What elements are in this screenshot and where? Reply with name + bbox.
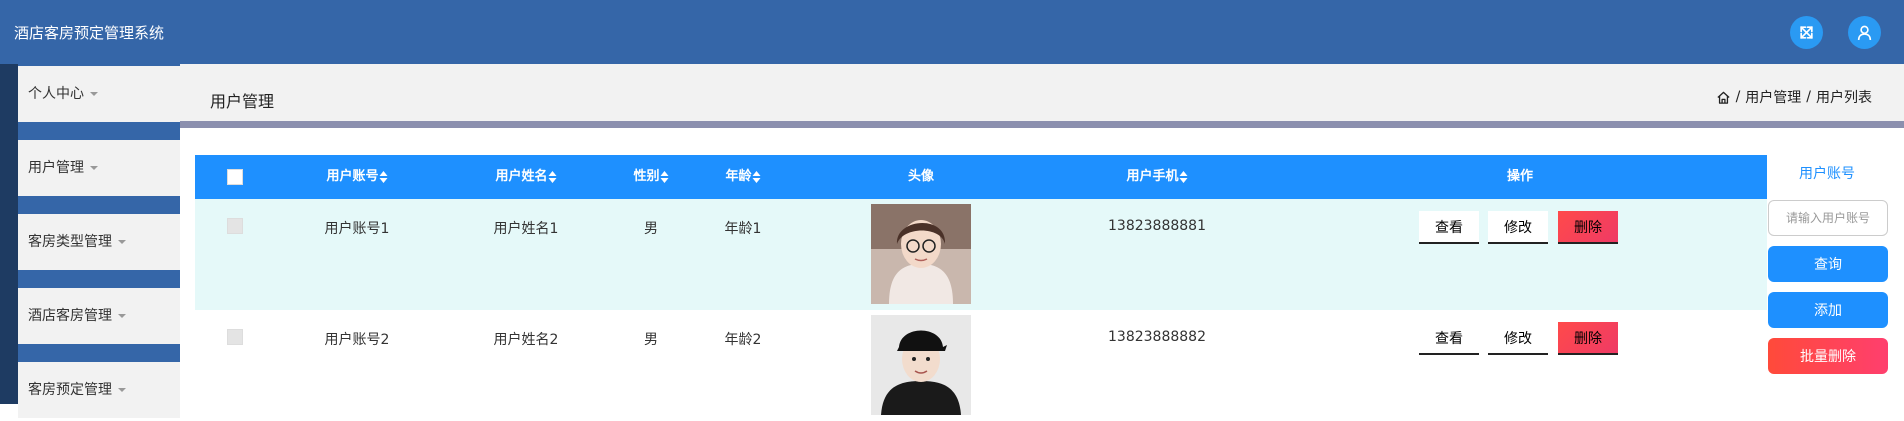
user-profile-button[interactable]	[1848, 16, 1881, 49]
breadcrumb: / 用户管理 / 用户列表	[1716, 87, 1872, 107]
breadcrumb-item-users[interactable]: 用户管理	[1745, 87, 1801, 107]
cell-account: 用户账号1	[324, 221, 390, 237]
breadcrumb-separator: /	[1806, 89, 1811, 105]
table-header: 用户账号 用户姓名 性别 年龄 头像 用户手机 操作	[195, 155, 1767, 199]
sort-icon	[548, 170, 557, 183]
fullscreen-icon	[1800, 26, 1813, 39]
column-header-account[interactable]: 用户账号	[326, 155, 388, 199]
cell-name: 用户姓名2	[493, 332, 559, 348]
view-button[interactable]: 查看	[1419, 211, 1479, 244]
sidebar-item-reservations[interactable]: 客房预定管理	[18, 362, 180, 418]
user-icon	[1857, 25, 1872, 40]
breadcrumb-separator: /	[1735, 89, 1741, 105]
column-header-avatar: 头像	[907, 169, 935, 184]
caret-down-icon	[118, 388, 126, 392]
query-button[interactable]: 查询	[1768, 246, 1888, 282]
content-header: 用户管理 / 用户管理 / 用户列表	[180, 64, 1904, 121]
cell-account: 用户账号2	[324, 332, 390, 348]
app-title: 酒店客房预定管理系统	[14, 24, 165, 42]
row-checkbox[interactable]	[227, 329, 243, 345]
cell-phone: 13823888881	[1108, 218, 1206, 234]
delete-button[interactable]: 删除	[1558, 322, 1618, 355]
caret-down-icon	[118, 314, 126, 318]
row-checkbox[interactable]	[227, 218, 243, 234]
column-header-label: 用户姓名	[495, 169, 548, 184]
cell-gender: 男	[644, 221, 658, 237]
user-avatar-photo[interactable]	[871, 204, 971, 304]
sidebar-edge	[0, 64, 18, 404]
sort-icon	[379, 170, 388, 183]
select-all-checkbox[interactable]	[227, 169, 243, 185]
cell-gender: 男	[644, 332, 658, 348]
sidebar-item-label: 酒店客房管理	[28, 308, 112, 324]
column-header-label: 年龄	[725, 169, 752, 184]
cell-age: 年龄1	[724, 221, 762, 237]
sidebar-item-label: 个人中心	[28, 86, 84, 102]
sidebar-item-room-types[interactable]: 客房类型管理	[18, 214, 180, 270]
view-button[interactable]: 查看	[1419, 322, 1479, 355]
table-row: 用户账号1 用户姓名1 男 年龄1 13823888881 查看 修改 删除	[195, 199, 1767, 310]
caret-down-icon	[90, 166, 98, 170]
sidebar-item-label: 用户管理	[28, 160, 84, 176]
sidebar-item-label: 客房类型管理	[28, 234, 112, 250]
cell-age: 年龄2	[724, 332, 762, 348]
home-icon[interactable]	[1716, 90, 1731, 105]
caret-down-icon	[90, 92, 98, 96]
cell-phone: 13823888882	[1108, 329, 1206, 345]
fullscreen-button[interactable]	[1790, 16, 1823, 49]
sort-icon	[660, 170, 669, 183]
sidebar-item-profile[interactable]: 个人中心	[18, 66, 180, 122]
column-header-label: 用户账号	[326, 169, 379, 184]
column-header-actions: 操作	[1506, 169, 1534, 184]
table-row: 用户账号2 用户姓名2 男 年龄2 13823888882 查看 修改 删除	[195, 310, 1767, 421]
account-search-input[interactable]	[1768, 200, 1888, 236]
column-header-phone[interactable]: 用户手机	[1126, 155, 1188, 199]
column-header-label: 用户手机	[1126, 169, 1179, 184]
cell-name: 用户姓名1	[493, 221, 559, 237]
header-divider	[180, 121, 1904, 128]
breadcrumb-item-user-list: 用户列表	[1816, 90, 1872, 106]
sort-icon	[1179, 170, 1188, 183]
page-title: 用户管理	[210, 92, 275, 111]
add-button[interactable]: 添加	[1768, 292, 1888, 328]
sidebar-item-hotel-rooms[interactable]: 酒店客房管理	[18, 288, 180, 344]
edit-button[interactable]: 修改	[1488, 322, 1548, 355]
delete-button[interactable]: 删除	[1558, 211, 1618, 244]
sort-icon	[752, 170, 761, 183]
column-header-name[interactable]: 用户姓名	[495, 155, 557, 199]
column-header-age[interactable]: 年龄	[725, 155, 761, 199]
sidebar-item-label: 客房预定管理	[28, 382, 112, 398]
search-label: 用户账号	[1799, 166, 1855, 182]
caret-down-icon	[118, 240, 126, 244]
sidebar-item-users[interactable]: 用户管理	[18, 140, 180, 196]
edit-button[interactable]: 修改	[1488, 211, 1548, 244]
user-avatar-photo[interactable]	[871, 315, 971, 415]
column-header-gender[interactable]: 性别	[633, 155, 669, 199]
top-header: 酒店客房预定管理系统	[0, 0, 1904, 64]
batch-delete-button[interactable]: 批量删除	[1768, 338, 1888, 374]
column-header-label: 性别	[633, 169, 660, 184]
